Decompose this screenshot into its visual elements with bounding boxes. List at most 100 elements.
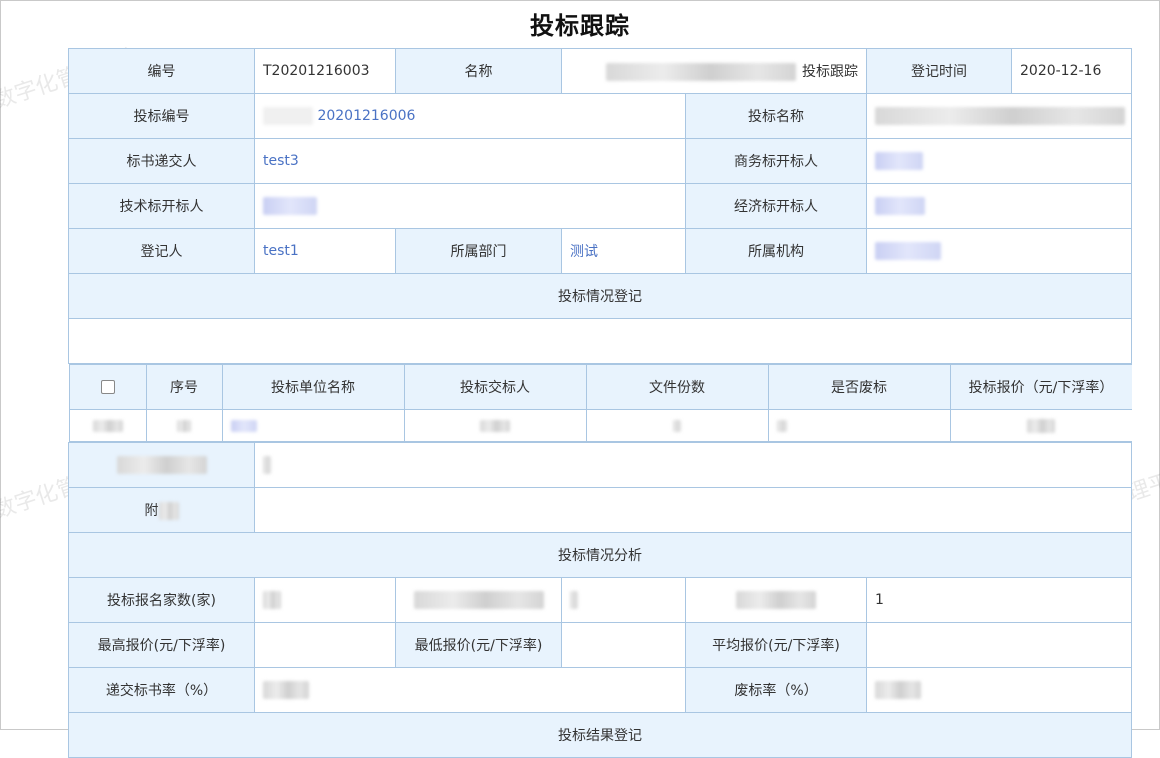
form-row-rates: 递交标书率（%） 废标率（%） [68, 667, 1132, 713]
redacted-text [158, 502, 179, 520]
blank-row [68, 318, 1132, 364]
bid-table-cell: 序号 投标单位名称 投标交标人 文件份数 是否废标 投标报价（元/下浮率） [68, 364, 1132, 443]
redacted-label [685, 577, 867, 623]
form-row-basic: 编号 T20201216003 名称 投标跟踪 登记时间 2020-12-16 [68, 48, 1132, 94]
bid-code-label: 投标编号 [68, 93, 255, 139]
tech-opener-value[interactable] [254, 183, 686, 229]
code-label: 编号 [68, 48, 255, 94]
redacted-text [875, 107, 1125, 125]
col-is-waste: 是否废标 [767, 364, 951, 410]
org-value[interactable] [866, 228, 1132, 274]
row-seq [145, 409, 223, 442]
date-value[interactable]: 2020-12-16 [1011, 48, 1132, 94]
section-header-row: 投标结果登记 [68, 712, 1132, 758]
col-submitter: 投标交标人 [403, 364, 587, 410]
count-label: 投标报名家数(家) [68, 577, 255, 623]
redacted-text [606, 63, 796, 81]
bid-table-header: 序号 投标单位名称 投标交标人 文件份数 是否废标 投标报价（元/下浮率） [68, 364, 1132, 410]
attachment-value[interactable] [254, 487, 1132, 533]
form-row-bid: 投标编号 20201216006 投标名称 [68, 93, 1132, 139]
redacted-text [263, 197, 317, 215]
avg-quote-value[interactable] [866, 622, 1132, 668]
form-row-submitter: 标书递交人 test3 商务标开标人 [68, 138, 1132, 184]
row-checkbox[interactable] [68, 409, 147, 442]
redacted-value[interactable] [561, 577, 686, 623]
row-file-count [585, 409, 769, 442]
redacted-text [230, 419, 257, 432]
registrar-value[interactable]: test1 [254, 228, 396, 274]
redacted-text [673, 419, 681, 432]
econ-opener-label: 经济标开标人 [685, 183, 867, 229]
redacted-text [776, 419, 787, 432]
redacted-text [875, 681, 921, 699]
econ-opener-value[interactable] [866, 183, 1132, 229]
form-row-registrar: 登记人 test1 所属部门 测试 所属机构 [68, 228, 1132, 274]
tech-opener-label: 技术标开标人 [68, 183, 255, 229]
row-quote [949, 409, 1132, 442]
bid-table: 序号 投标单位名称 投标交标人 文件份数 是否废标 投标报价（元/下浮率） [68, 364, 1132, 442]
min-quote-label: 最低报价(元/下浮率) [395, 622, 562, 668]
redacted-text [875, 152, 923, 170]
attachment-label-text: 附 [144, 503, 159, 519]
bid-code-value[interactable]: 20201216006 [254, 93, 686, 139]
bid-name-label: 投标名称 [685, 93, 867, 139]
waste-rate-value[interactable] [866, 667, 1132, 713]
form-row-quotes: 最高报价(元/下浮率) 最低报价(元/下浮率) 平均报价(元/下浮率) [68, 622, 1132, 668]
min-quote-value[interactable] [561, 622, 686, 668]
redacted-label [68, 442, 255, 488]
registrar-label: 登记人 [68, 228, 255, 274]
checkbox-icon[interactable] [100, 380, 115, 394]
redacted-text [116, 456, 207, 474]
form-row-openers: 技术标开标人 经济标开标人 [68, 183, 1132, 229]
bid-tracking-form: 编号 T20201216003 名称 投标跟踪 登记时间 2020-12-16 … [68, 48, 1132, 758]
redacted-text [263, 107, 313, 125]
section-bid-result: 投标结果登记 [68, 712, 1132, 758]
org-label: 所属机构 [685, 228, 867, 274]
redacted-text [177, 419, 191, 432]
dept-value[interactable]: 测试 [561, 228, 686, 274]
redacted-value[interactable] [254, 442, 1132, 488]
biz-opener-label: 商务标开标人 [685, 138, 867, 184]
table-row[interactable] [68, 409, 1132, 442]
date-label: 登记时间 [866, 48, 1012, 94]
redacted-text [1027, 418, 1055, 433]
section-header-row: 投标情况登记 [68, 273, 1132, 319]
redacted-text [413, 591, 544, 609]
name-value[interactable]: 投标跟踪 [561, 48, 867, 94]
submitter-label: 标书递交人 [68, 138, 255, 184]
name-value-text: 投标跟踪 [802, 64, 858, 80]
bid-table-row: 序号 投标单位名称 投标交标人 文件份数 是否废标 投标报价（元/下浮率） [68, 364, 1132, 443]
avg-quote-label: 平均报价(元/下浮率) [685, 622, 867, 668]
section-bid-analysis: 投标情况分析 [68, 532, 1132, 578]
section-bid-registration: 投标情况登记 [68, 273, 1132, 319]
col-quote: 投标报价（元/下浮率） [949, 364, 1132, 410]
row-unit-name [221, 409, 405, 442]
right-value[interactable]: 1 [866, 577, 1132, 623]
redacted-text [875, 242, 941, 260]
max-quote-value[interactable] [254, 622, 396, 668]
submit-rate-value[interactable] [254, 667, 686, 713]
bid-code-value-text: 20201216006 [317, 108, 416, 124]
biz-opener-value[interactable] [866, 138, 1132, 184]
redacted-label [395, 577, 562, 623]
count-value[interactable] [254, 577, 396, 623]
redacted-text [736, 591, 816, 609]
redacted-text [570, 591, 578, 609]
submitter-value[interactable]: test3 [254, 138, 686, 184]
row-is-waste [767, 409, 951, 442]
select-all-checkbox[interactable] [68, 364, 147, 410]
max-quote-label: 最高报价(元/下浮率) [68, 622, 255, 668]
waste-rate-label: 废标率（%） [685, 667, 867, 713]
form-row-redacted [68, 442, 1132, 488]
bid-name-value[interactable] [866, 93, 1132, 139]
redacted-text [263, 591, 281, 609]
col-seq: 序号 [145, 364, 223, 410]
name-label: 名称 [395, 48, 562, 94]
submit-rate-label: 递交标书率（%） [68, 667, 255, 713]
form-row-attachment: 附 [68, 487, 1132, 533]
form-row-analysis-count: 投标报名家数(家) 1 [68, 577, 1132, 623]
code-value[interactable]: T20201216003 [254, 48, 396, 94]
col-unit-name: 投标单位名称 [221, 364, 405, 410]
redacted-text [263, 456, 271, 474]
attachment-label: 附 [68, 487, 255, 533]
